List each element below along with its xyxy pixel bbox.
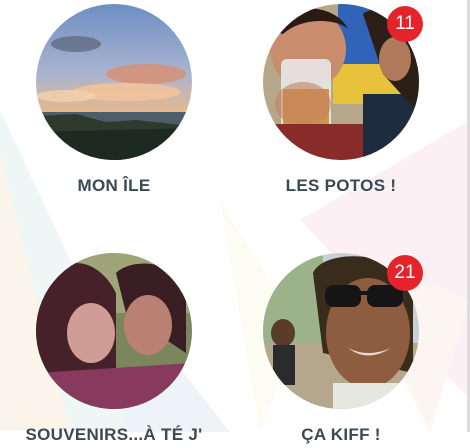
album-card-ca-kiff[interactable]: 21 ÇA KIFF ! [261,253,423,448]
couple-selfie-photo [36,253,192,409]
new-photos-badge: 21 [387,255,423,291]
album-title: ÇA KIFF ! [301,425,381,444]
album-thumbnail[interactable] [36,4,192,160]
sunset-coast-photo [36,4,192,160]
album-thumbnail[interactable] [36,253,192,409]
album-title: MON ÎLE [77,176,151,195]
album-card-mon-ile[interactable]: MON ÎLE [34,4,194,199]
album-title: LES POTOS ! [285,176,397,195]
album-title: SOUVENIRS...À TÉ J' [25,425,203,444]
album-card-souvenirs[interactable]: SOUVENIRS...À TÉ J' [26,253,202,448]
album-card-les-potos[interactable]: 11 LES POTOS ! [261,4,423,199]
new-photos-badge: 11 [387,6,423,42]
